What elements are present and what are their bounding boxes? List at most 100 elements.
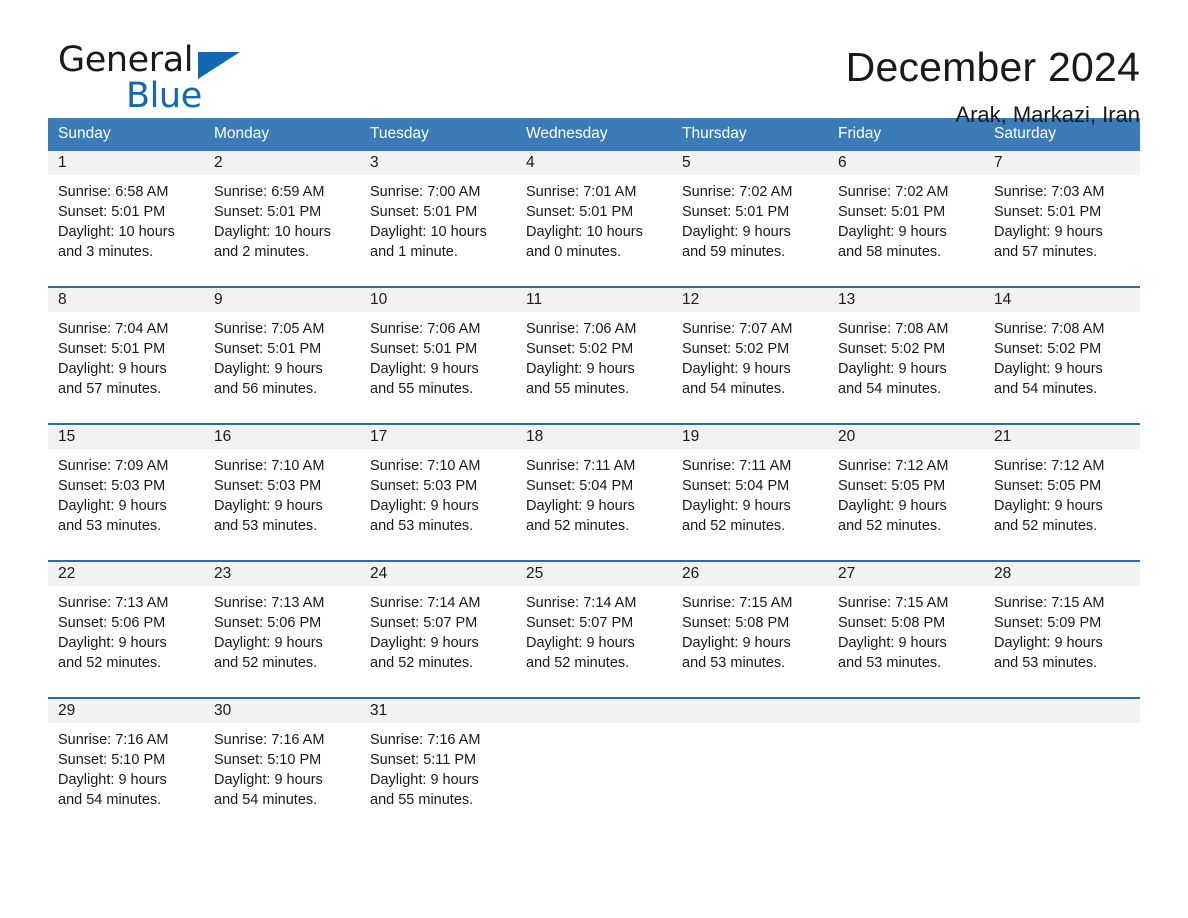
daylight-duration-line1: Daylight: 9 hours bbox=[370, 498, 479, 514]
calendar-week-row: 1 Sunrise: 6:58 AM Sunset: 5:01 PM Daylight… bbox=[48, 151, 1140, 277]
day-number: 19 bbox=[682, 428, 700, 445]
sunrise-time: Sunrise: 7:07 AM bbox=[682, 321, 793, 337]
calendar-day-cell[interactable]: 2 Sunrise: 6:59 AM Sunset: 5:01 PM Daylight… bbox=[204, 151, 360, 277]
calendar-day-cell[interactable]: 28 Sunrise: 7:15 AM Sunset: 5:09 PM Dayligh… bbox=[984, 562, 1140, 688]
day-number-band: 12 bbox=[672, 288, 828, 312]
day-number-band: 2 bbox=[204, 151, 360, 175]
sunset-time: Sunset: 5:02 PM bbox=[994, 341, 1102, 357]
calendar-day-cell[interactable]: 30 Sunrise: 7:16 AM Sunset: 5:10 PM Dayligh… bbox=[204, 699, 360, 825]
calendar-day-cell[interactable]: 6 Sunrise: 7:02 AM Sunset: 5:01 PM Daylight… bbox=[828, 151, 984, 277]
daylight-duration-line1: Daylight: 9 hours bbox=[682, 361, 791, 377]
sunset-time: Sunset: 5:10 PM bbox=[58, 752, 166, 768]
sunset-time: Sunset: 5:01 PM bbox=[370, 341, 478, 357]
daylight-duration-line2: and 56 minutes. bbox=[214, 381, 318, 397]
calendar-day-cell[interactable]: 10 Sunrise: 7:06 AM Sunset: 5:01 PM Dayligh… bbox=[360, 288, 516, 414]
daylight-duration-line1: Daylight: 9 hours bbox=[526, 498, 635, 514]
calendar-day-cell[interactable]: 13 Sunrise: 7:08 AM Sunset: 5:02 PM Dayligh… bbox=[828, 288, 984, 414]
day-number: 31 bbox=[370, 702, 388, 719]
calendar-day-cell[interactable]: 15 Sunrise: 7:09 AM Sunset: 5:03 PM Dayligh… bbox=[48, 425, 204, 551]
sunset-time: Sunset: 5:02 PM bbox=[526, 341, 634, 357]
day-details: Sunrise: 7:11 AM Sunset: 5:04 PM Daylight:… bbox=[516, 449, 672, 536]
daylight-duration-line1: Daylight: 9 hours bbox=[370, 772, 479, 788]
calendar-day-cell[interactable]: 17 Sunrise: 7:10 AM Sunset: 5:03 PM Dayligh… bbox=[360, 425, 516, 551]
calendar-day-cell[interactable]: 29 Sunrise: 7:16 AM Sunset: 5:10 PM Dayligh… bbox=[48, 699, 204, 825]
calendar-day-cell[interactable]: 4 Sunrise: 7:01 AM Sunset: 5:01 PM Daylight… bbox=[516, 151, 672, 277]
daylight-duration-line2: and 52 minutes. bbox=[370, 655, 474, 671]
calendar-grid: Sunday Monday Tuesday Wednesday Thursday… bbox=[48, 118, 1140, 825]
day-details: Sunrise: 7:12 AM Sunset: 5:05 PM Daylight:… bbox=[828, 449, 984, 536]
calendar-week-row: 29 Sunrise: 7:16 AM Sunset: 5:10 PM Dayligh… bbox=[48, 697, 1140, 825]
calendar-day-cell[interactable]: 31 Sunrise: 7:16 AM Sunset: 5:11 PM Dayligh… bbox=[360, 699, 516, 825]
day-number-band: 8 bbox=[48, 288, 204, 312]
calendar-day-cell[interactable]: 14 Sunrise: 7:08 AM Sunset: 5:02 PM Dayligh… bbox=[984, 288, 1140, 414]
calendar-day-cell[interactable]: 11 Sunrise: 7:06 AM Sunset: 5:02 PM Dayligh… bbox=[516, 288, 672, 414]
day-number-band: 19 bbox=[672, 425, 828, 449]
day-number: 5 bbox=[682, 154, 691, 171]
day-number: 25 bbox=[526, 565, 544, 582]
day-details: Sunrise: 7:16 AM Sunset: 5:10 PM Daylight:… bbox=[48, 723, 204, 810]
daylight-duration-line1: Daylight: 9 hours bbox=[526, 361, 635, 377]
sunrise-time: Sunrise: 7:10 AM bbox=[214, 458, 325, 474]
sunrise-time: Sunrise: 7:02 AM bbox=[838, 184, 949, 200]
sunset-time: Sunset: 5:03 PM bbox=[58, 478, 166, 494]
calendar-day-cell[interactable]: 21 Sunrise: 7:12 AM Sunset: 5:05 PM Dayligh… bbox=[984, 425, 1140, 551]
sunrise-time: Sunrise: 7:06 AM bbox=[370, 321, 481, 337]
weekday-header-friday: Friday bbox=[838, 125, 882, 142]
calendar-day-cell[interactable]: 22 Sunrise: 7:13 AM Sunset: 5:06 PM Dayligh… bbox=[48, 562, 204, 688]
general-blue-logo[interactable]: General Blue bbox=[48, 40, 348, 116]
calendar-day-cell[interactable]: 26 Sunrise: 7:15 AM Sunset: 5:08 PM Dayligh… bbox=[672, 562, 828, 688]
calendar-day-cell[interactable]: 20 Sunrise: 7:12 AM Sunset: 5:05 PM Dayligh… bbox=[828, 425, 984, 551]
sunrise-time: Sunrise: 7:12 AM bbox=[994, 458, 1105, 474]
day-details: Sunrise: 7:02 AM Sunset: 5:01 PM Daylight:… bbox=[828, 175, 984, 262]
calendar-day-cell[interactable]: 8 Sunrise: 7:04 AM Sunset: 5:01 PM Daylight… bbox=[48, 288, 204, 414]
calendar-weeks: 1 Sunrise: 6:58 AM Sunset: 5:01 PM Daylight… bbox=[48, 151, 1140, 825]
day-number: 1 bbox=[58, 154, 67, 171]
calendar-day-cell[interactable]: 19 Sunrise: 7:11 AM Sunset: 5:04 PM Dayligh… bbox=[672, 425, 828, 551]
day-number: 28 bbox=[994, 565, 1012, 582]
weekday-header-sunday: Sunday bbox=[58, 125, 111, 142]
day-number: 8 bbox=[58, 291, 67, 308]
daylight-duration-line2: and 2 minutes. bbox=[214, 244, 310, 260]
calendar-day-cell[interactable]: 9 Sunrise: 7:05 AM Sunset: 5:01 PM Daylight… bbox=[204, 288, 360, 414]
calendar-day-cell[interactable]: 5 Sunrise: 7:02 AM Sunset: 5:01 PM Daylight… bbox=[672, 151, 828, 277]
daylight-duration-line2: and 57 minutes. bbox=[994, 244, 1098, 260]
calendar-day-cell-empty bbox=[984, 699, 1140, 825]
sunrise-time: Sunrise: 7:04 AM bbox=[58, 321, 169, 337]
page-title: December 2024 bbox=[845, 44, 1140, 90]
day-number: 9 bbox=[214, 291, 223, 308]
calendar-day-cell[interactable]: 1 Sunrise: 6:58 AM Sunset: 5:01 PM Daylight… bbox=[48, 151, 204, 277]
day-number-band: 23 bbox=[204, 562, 360, 586]
day-number: 24 bbox=[370, 565, 388, 582]
day-details: Sunrise: 7:13 AM Sunset: 5:06 PM Daylight:… bbox=[204, 586, 360, 673]
calendar-day-cell[interactable]: 24 Sunrise: 7:14 AM Sunset: 5:07 PM Dayligh… bbox=[360, 562, 516, 688]
calendar-day-cell[interactable]: 18 Sunrise: 7:11 AM Sunset: 5:04 PM Dayligh… bbox=[516, 425, 672, 551]
sunset-time: Sunset: 5:01 PM bbox=[370, 204, 478, 220]
sunset-time: Sunset: 5:09 PM bbox=[994, 615, 1102, 631]
day-number-band: 25 bbox=[516, 562, 672, 586]
daylight-duration-line2: and 57 minutes. bbox=[58, 381, 162, 397]
day-number-band: 28 bbox=[984, 562, 1140, 586]
daylight-duration-line1: Daylight: 9 hours bbox=[370, 361, 479, 377]
day-number-band bbox=[516, 699, 672, 723]
calendar-day-cell[interactable]: 23 Sunrise: 7:13 AM Sunset: 5:06 PM Dayligh… bbox=[204, 562, 360, 688]
calendar-day-cell[interactable]: 16 Sunrise: 7:10 AM Sunset: 5:03 PM Dayligh… bbox=[204, 425, 360, 551]
calendar-day-cell[interactable]: 27 Sunrise: 7:15 AM Sunset: 5:08 PM Dayligh… bbox=[828, 562, 984, 688]
calendar-day-cell[interactable]: 25 Sunrise: 7:14 AM Sunset: 5:07 PM Dayligh… bbox=[516, 562, 672, 688]
calendar-week-row: 8 Sunrise: 7:04 AM Sunset: 5:01 PM Daylight… bbox=[48, 286, 1140, 414]
daylight-duration-line1: Daylight: 9 hours bbox=[214, 635, 323, 651]
sunrise-time: Sunrise: 7:13 AM bbox=[214, 595, 325, 611]
sunrise-time: Sunrise: 7:16 AM bbox=[370, 732, 481, 748]
sunset-time: Sunset: 5:04 PM bbox=[682, 478, 790, 494]
day-number-band: 26 bbox=[672, 562, 828, 586]
sunrise-time: Sunrise: 7:16 AM bbox=[214, 732, 325, 748]
day-details: Sunrise: 7:15 AM Sunset: 5:08 PM Daylight:… bbox=[672, 586, 828, 673]
calendar-day-cell[interactable]: 12 Sunrise: 7:07 AM Sunset: 5:02 PM Dayligh… bbox=[672, 288, 828, 414]
calendar-day-cell[interactable]: 3 Sunrise: 7:00 AM Sunset: 5:01 PM Daylight… bbox=[360, 151, 516, 277]
day-details: Sunrise: 7:04 AM Sunset: 5:01 PM Daylight:… bbox=[48, 312, 204, 399]
calendar-day-cell[interactable]: 7 Sunrise: 7:03 AM Sunset: 5:01 PM Daylight… bbox=[984, 151, 1140, 277]
day-number-band: 10 bbox=[360, 288, 516, 312]
daylight-duration-line2: and 52 minutes. bbox=[838, 518, 942, 534]
day-number: 11 bbox=[526, 291, 543, 308]
day-details: Sunrise: 7:14 AM Sunset: 5:07 PM Daylight:… bbox=[516, 586, 672, 673]
sunset-time: Sunset: 5:04 PM bbox=[526, 478, 634, 494]
